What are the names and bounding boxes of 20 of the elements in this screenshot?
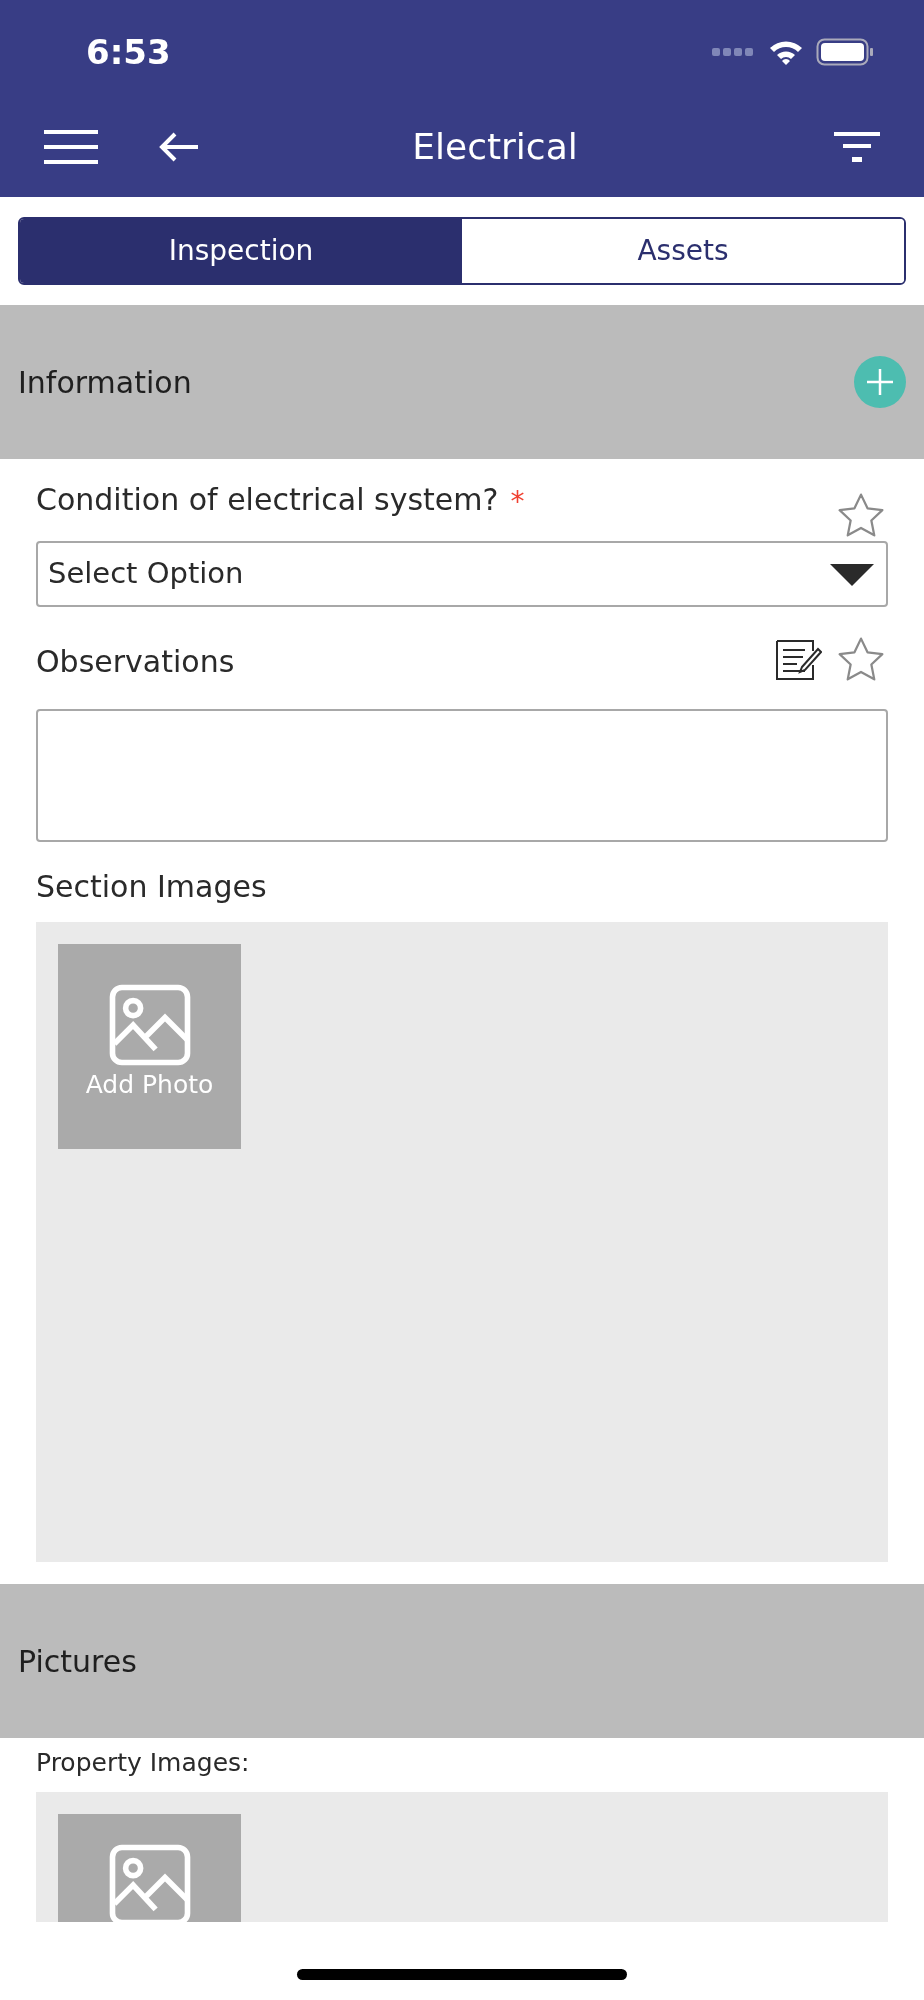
field-label: Property Images: — [36, 1747, 251, 1779]
section-title: Pictures — [18, 1642, 137, 1681]
select-field[interactable]: Select Option — [36, 541, 888, 607]
battery-icon — [816, 38, 874, 66]
section-title: Information — [18, 363, 192, 402]
field-label: Observations — [36, 643, 235, 681]
field-label: Condition of electrical system? — [36, 481, 499, 519]
field-label: Section Images — [36, 868, 268, 906]
required-mark: * — [510, 484, 525, 520]
tab[interactable]: Inspection — [20, 219, 462, 283]
status-time: 6:53 — [86, 30, 171, 74]
observations-field[interactable] — [36, 709, 888, 842]
back-arrow-icon[interactable] — [158, 130, 200, 163]
cellular-signal-icon — [712, 46, 756, 58]
notes-icon[interactable] — [774, 637, 822, 683]
add-photo-button[interactable] — [58, 1814, 241, 1922]
page-title: Electrical — [411, 124, 579, 169]
menu-icon[interactable] — [44, 127, 98, 166]
add-icon[interactable] — [854, 356, 906, 408]
filter-icon[interactable] — [834, 129, 880, 164]
